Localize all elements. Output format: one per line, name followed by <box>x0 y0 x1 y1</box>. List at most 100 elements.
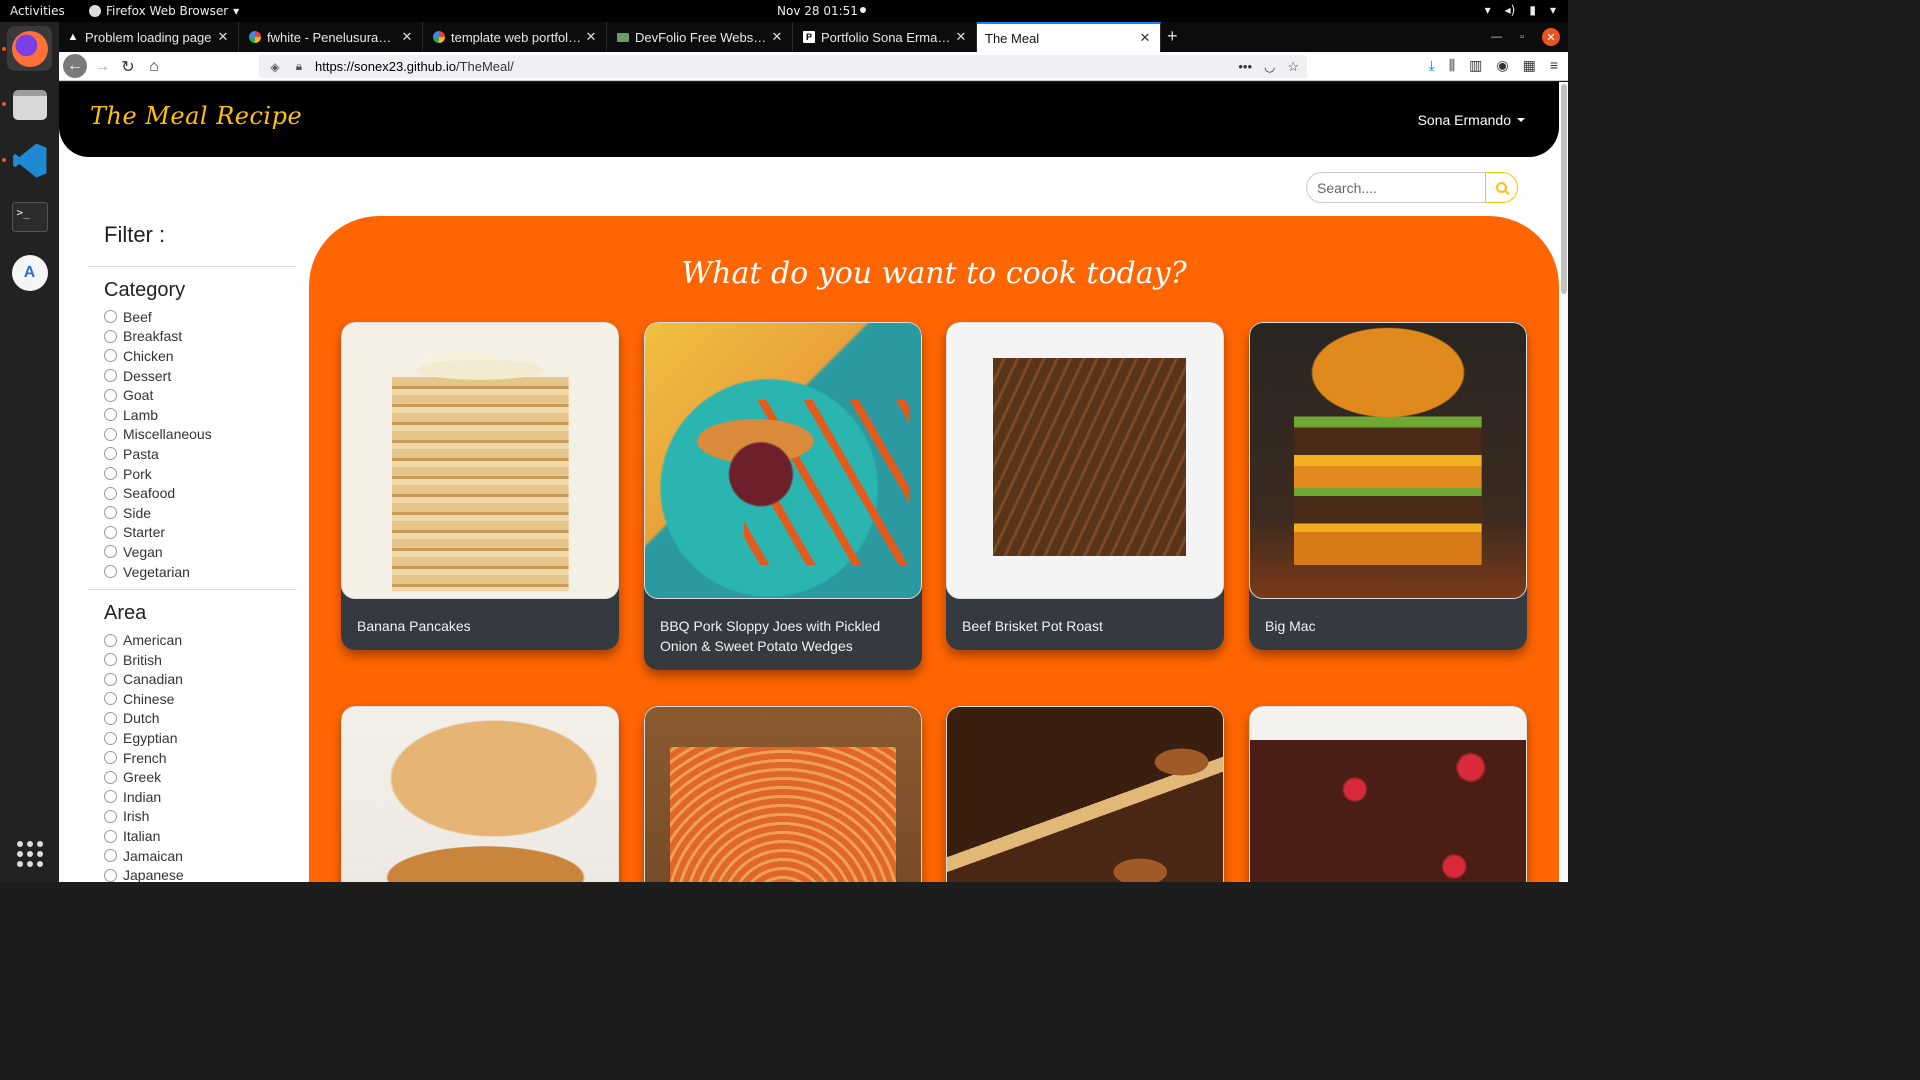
tracking-protection-icon[interactable]: ◈ <box>267 60 283 74</box>
category-option-seafood[interactable]: Seafood <box>104 483 297 503</box>
radio-button[interactable] <box>104 692 117 706</box>
new-tab-icon[interactable]: + <box>1167 26 1178 47</box>
radio-button[interactable] <box>104 565 117 579</box>
meal-image[interactable] <box>644 706 922 882</box>
tab-problem-loading[interactable]: ▲ Problem loading page ✕ <box>59 22 239 52</box>
category-option-side[interactable]: Side <box>104 503 297 523</box>
radio-button[interactable] <box>104 809 117 823</box>
radio-button[interactable] <box>104 653 117 667</box>
radio-button[interactable] <box>104 525 117 539</box>
close-icon[interactable]: ✕ <box>398 29 416 45</box>
category-option-vegan[interactable]: Vegan <box>104 542 297 562</box>
category-option-goat[interactable]: Goat <box>104 385 297 405</box>
search-button[interactable] <box>1485 172 1518 203</box>
pocket-icon[interactable]: ◡ <box>1264 59 1275 75</box>
tab-devfolio[interactable]: DevFolio Free Website Template ✕ <box>609 22 793 52</box>
radio-button[interactable] <box>104 388 117 402</box>
category-option-miscellaneous[interactable]: Miscellaneous <box>104 425 297 445</box>
radio-button[interactable] <box>104 633 117 647</box>
meal-card[interactable] <box>341 706 619 882</box>
meal-card[interactable] <box>1249 706 1527 882</box>
meal-image[interactable] <box>341 706 619 882</box>
area-option-japanese[interactable]: Japanese <box>104 865 297 882</box>
radio-button[interactable] <box>104 790 117 804</box>
system-tray[interactable]: ▾ ◂) ▮ ▾ <box>1485 3 1556 17</box>
close-window-icon[interactable]: ✕ <box>1542 28 1560 46</box>
radio-button[interactable] <box>104 751 117 765</box>
radio-button[interactable] <box>104 545 117 559</box>
area-option-irish[interactable]: Irish <box>104 807 297 827</box>
close-icon[interactable]: ✕ <box>214 29 232 45</box>
reload-icon[interactable]: ↻ <box>117 56 139 78</box>
tab-fwhite[interactable]: fwhite - Penelusuran Google ✕ <box>241 22 423 52</box>
clock[interactable]: Nov 28 01:51 <box>777 4 858 18</box>
page-scrollbar[interactable] <box>1561 84 1567 294</box>
minimize-icon[interactable]: — <box>1491 31 1502 43</box>
category-option-pasta[interactable]: Pasta <box>104 444 297 464</box>
meal-card[interactable]: Beef Brisket Pot Roast <box>946 322 1224 650</box>
meal-name[interactable]: Banana Pancakes <box>341 599 619 650</box>
radio-button[interactable] <box>104 770 117 784</box>
area-option-jamaican[interactable]: Jamaican <box>104 846 297 866</box>
meal-name[interactable]: Big Mac <box>1249 599 1527 650</box>
area-option-chinese[interactable]: Chinese <box>104 689 297 709</box>
dock-files[interactable] <box>7 82 52 127</box>
account-icon[interactable]: ◉ <box>1496 57 1508 74</box>
lock-icon[interactable]: 🔒︎ <box>291 59 307 74</box>
user-menu[interactable]: Sona Ermando <box>1418 112 1525 128</box>
category-option-starter[interactable]: Starter <box>104 523 297 543</box>
radio-button[interactable] <box>104 672 117 686</box>
forward-icon[interactable]: → <box>91 56 113 78</box>
category-option-pork[interactable]: Pork <box>104 464 297 484</box>
meal-card[interactable]: Banana Pancakes <box>341 322 619 650</box>
dock-terminal[interactable]: >_ <box>7 194 52 239</box>
meal-image[interactable] <box>1249 706 1527 882</box>
extensions-icon[interactable]: ▦ <box>1523 57 1536 74</box>
radio-button[interactable] <box>104 506 117 520</box>
bookmark-star-icon[interactable]: ☆ <box>1287 59 1299 75</box>
meal-card[interactable] <box>644 706 922 882</box>
tab-the-meal[interactable]: The Meal ✕ <box>977 22 1161 52</box>
meal-card[interactable]: Big Mac <box>1249 322 1527 650</box>
radio-button[interactable] <box>104 849 117 863</box>
meal-image[interactable] <box>341 322 619 599</box>
download-icon[interactable]: ⤓ <box>1428 57 1434 74</box>
category-option-breakfast[interactable]: Breakfast <box>104 327 297 347</box>
radio-button[interactable] <box>104 711 117 725</box>
radio-button[interactable] <box>104 329 117 343</box>
category-option-lamb[interactable]: Lamb <box>104 405 297 425</box>
meal-name[interactable]: Beef Brisket Pot Roast <box>946 599 1224 650</box>
area-option-french[interactable]: French <box>104 748 297 768</box>
radio-button[interactable] <box>104 829 117 843</box>
area-option-canadian[interactable]: Canadian <box>104 670 297 690</box>
close-icon[interactable]: ✕ <box>768 29 786 45</box>
url-text[interactable]: https://sonex23.github.io/TheMeal/ <box>315 59 514 74</box>
category-option-beef[interactable]: Beef <box>104 307 297 327</box>
radio-button[interactable] <box>104 731 117 745</box>
radio-button[interactable] <box>104 310 117 324</box>
app-menu[interactable]: Firefox Web Browser ▾ <box>89 4 239 18</box>
radio-button[interactable] <box>104 369 117 383</box>
area-option-dutch[interactable]: Dutch <box>104 709 297 729</box>
radio-button[interactable] <box>104 447 117 461</box>
dock-firefox[interactable] <box>7 26 52 71</box>
page-actions-icon[interactable]: ••• <box>1238 59 1252 75</box>
category-option-vegetarian[interactable]: Vegetarian <box>104 562 297 582</box>
meal-image[interactable] <box>1249 322 1527 599</box>
close-icon[interactable]: ✕ <box>952 29 970 45</box>
area-option-indian[interactable]: Indian <box>104 787 297 807</box>
radio-button[interactable] <box>104 486 117 500</box>
meal-image[interactable] <box>946 706 1224 882</box>
meal-image[interactable] <box>946 322 1224 599</box>
show-applications-icon[interactable] <box>17 841 43 867</box>
meal-card[interactable]: BBQ Pork Sloppy Joes with Pickled Onion … <box>644 322 922 670</box>
close-icon[interactable]: ✕ <box>582 29 600 45</box>
category-option-dessert[interactable]: Dessert <box>104 366 297 386</box>
dock-software[interactable]: A <box>7 250 52 295</box>
meal-image[interactable] <box>644 322 922 599</box>
radio-button[interactable] <box>104 427 117 441</box>
category-option-chicken[interactable]: Chicken <box>104 346 297 366</box>
radio-button[interactable] <box>104 408 117 422</box>
radio-button[interactable] <box>104 868 117 882</box>
dock-vscode[interactable] <box>7 138 52 183</box>
